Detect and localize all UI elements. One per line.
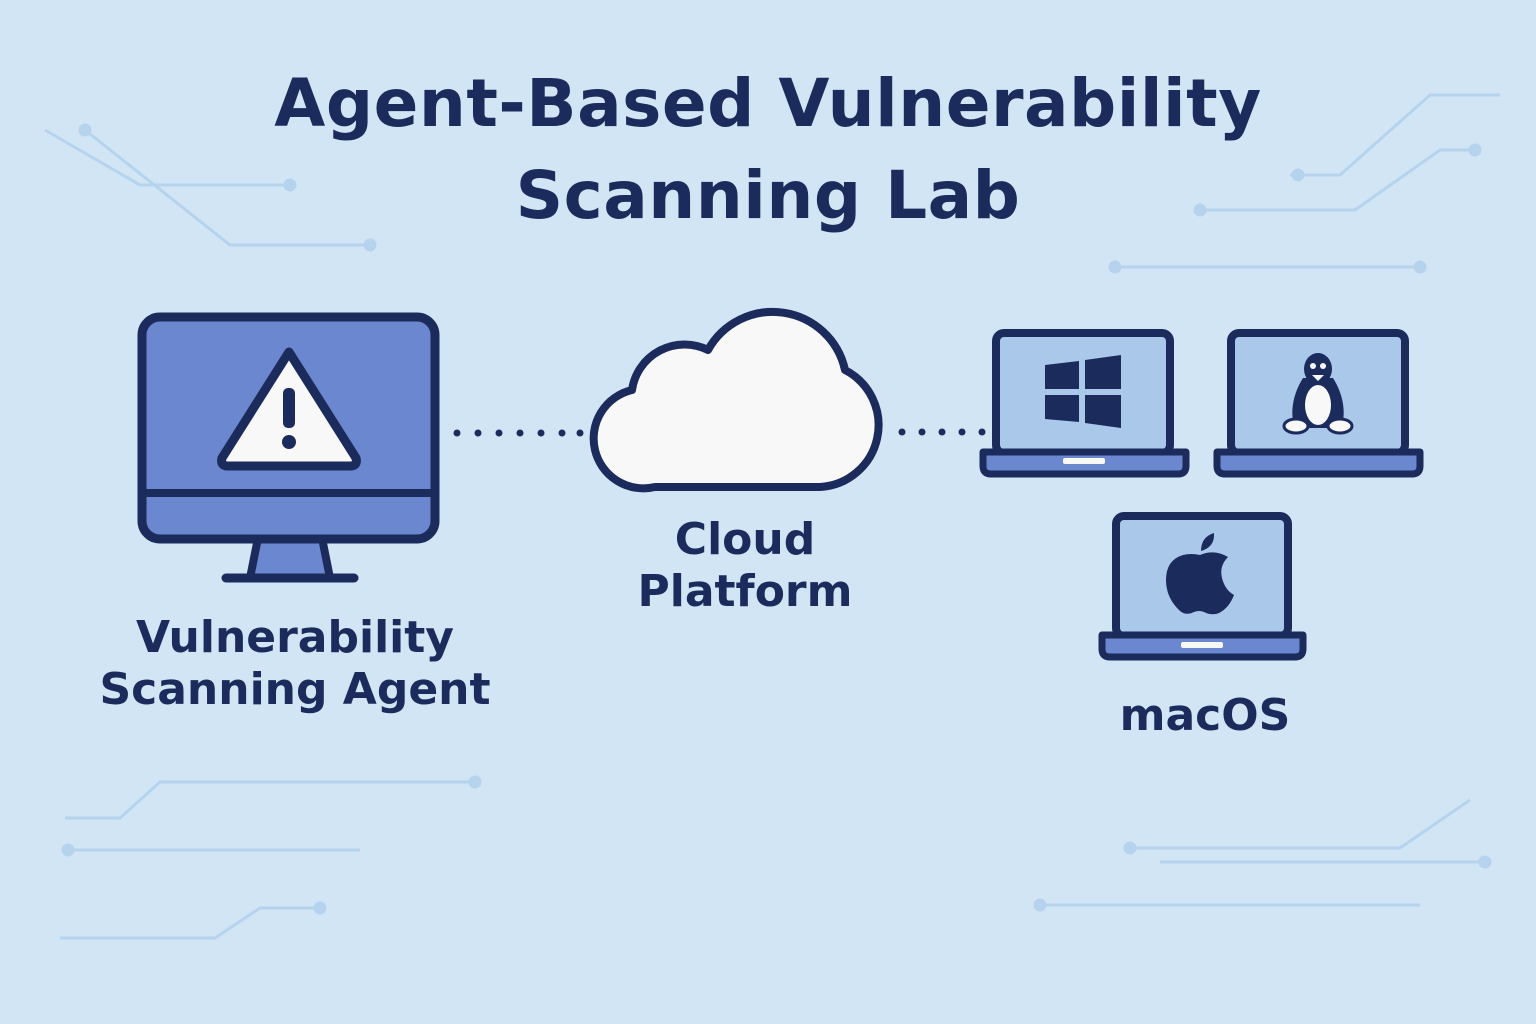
agent-label-line-1: Vulnerability	[136, 612, 454, 663]
title-line-2: Scanning Lab	[515, 157, 1021, 234]
cloud-label-line-1: Cloud	[674, 514, 816, 565]
agent-label-line-2: Scanning Agent	[99, 664, 491, 715]
windows-laptop	[979, 329, 1190, 478]
macos-label: macOS	[1080, 690, 1330, 742]
cloud-label-line-2: Platform	[637, 566, 853, 617]
page-title: Agent-Based Vulnerability Scanning Lab	[0, 58, 1536, 242]
title-line-1: Agent-Based Vulnerability	[274, 65, 1262, 142]
cloud-label: Cloud Platform	[600, 514, 890, 618]
connector-agent-cloud	[453, 429, 584, 437]
macos-label-text: macOS	[1119, 690, 1291, 741]
agent-label: Vulnerability Scanning Agent	[70, 612, 520, 716]
cloud-icon	[589, 307, 883, 493]
connector-cloud-endpoints	[898, 428, 986, 436]
